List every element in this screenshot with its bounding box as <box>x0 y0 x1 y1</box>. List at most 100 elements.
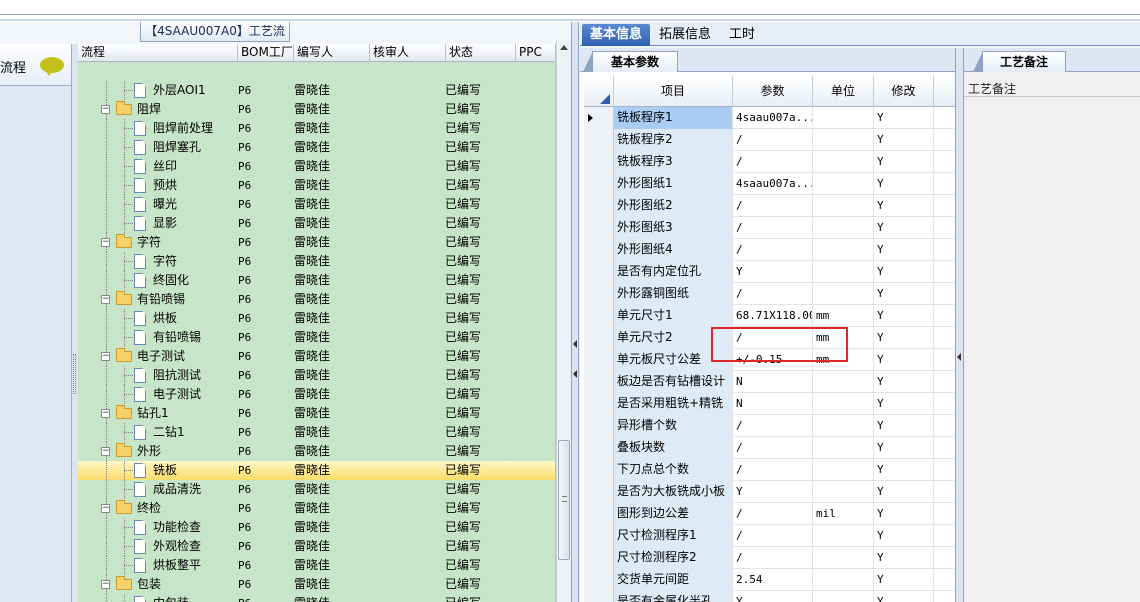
tree-row[interactable]: 显影 P6 雷晓佳 已编写 <box>78 214 556 233</box>
tree-row[interactable]: 内包装 P6 雷晓佳 已编写 <box>78 594 556 602</box>
tree-col-header-2[interactable]: 编写人 <box>294 44 370 62</box>
param-row[interactable]: 交货单元间距 2.54 Y <box>584 569 956 591</box>
param-edit-cell[interactable]: Y <box>874 591 934 602</box>
param-value-cell[interactable]: / <box>733 195 813 217</box>
tree-col-header-3[interactable]: 核审人 <box>370 44 446 62</box>
param-value-cell[interactable]: / <box>733 129 813 151</box>
row-header[interactable] <box>584 283 614 305</box>
param-value-cell[interactable]: / <box>733 239 813 261</box>
param-edit-cell[interactable]: Y <box>874 195 934 217</box>
param-row[interactable]: 铣板程序1 4saau007a... Y <box>584 107 956 129</box>
param-edit-cell[interactable]: Y <box>874 327 934 349</box>
collapse-toggle-icon[interactable]: − <box>101 504 110 513</box>
param-item-cell[interactable]: 外形图纸2 <box>614 195 733 217</box>
param-unit-cell[interactable] <box>813 173 874 195</box>
collapse-left-arrow-icon[interactable] <box>573 340 577 348</box>
param-edit-cell[interactable]: Y <box>874 393 934 415</box>
param-unit-cell[interactable]: mm <box>813 305 874 327</box>
param-edit-cell[interactable]: Y <box>874 151 934 173</box>
tree-row[interactable]: 终固化 P6 雷晓佳 已编写 <box>78 271 556 290</box>
collapse-toggle-icon[interactable]: − <box>101 238 110 247</box>
param-edit-cell[interactable]: Y <box>874 459 934 481</box>
param-unit-cell[interactable] <box>813 129 874 151</box>
right-splitter[interactable] <box>955 48 963 602</box>
tree-row[interactable]: − 电子测试 P6 雷晓佳 已编写 <box>78 347 556 366</box>
scroll-thumb[interactable] <box>558 440 570 560</box>
tree-row[interactable]: 阻抗测试 P6 雷晓佳 已编写 <box>78 366 556 385</box>
param-row[interactable]: 外形图纸3/ Y <box>584 217 956 239</box>
tree-row[interactable]: − 钻孔1 P6 雷晓佳 已编写 <box>78 404 556 423</box>
param-value-cell[interactable]: Y <box>733 481 813 503</box>
collapse-toggle-icon[interactable]: − <box>101 580 110 589</box>
param-edit-cell[interactable]: Y <box>874 503 934 525</box>
row-header[interactable] <box>584 525 614 547</box>
tab-process-notes[interactable]: 工艺备注 <box>973 51 1066 72</box>
tree-row[interactable]: 外观检查 P6 雷晓佳 已编写 <box>78 537 556 556</box>
tree-row[interactable]: 曝光 P6 雷晓佳 已编写 <box>78 195 556 214</box>
param-unit-cell[interactable] <box>813 547 874 569</box>
row-header[interactable] <box>584 261 614 283</box>
collapse-toggle-icon[interactable]: − <box>101 409 110 418</box>
row-header[interactable] <box>584 173 614 195</box>
param-item-cell[interactable]: 交货单元间距 <box>614 569 733 591</box>
param-item-cell[interactable]: 是否有内定位孔 <box>614 261 733 283</box>
param-edit-cell[interactable]: Y <box>874 173 934 195</box>
param-row[interactable]: 是否有金属化半孔 Y Y <box>584 591 956 602</box>
row-header[interactable] <box>584 305 614 327</box>
row-header[interactable] <box>584 459 614 481</box>
param-edit-cell[interactable]: Y <box>874 371 934 393</box>
tree-col-header-4[interactable]: 状态 <box>446 44 516 62</box>
param-value-cell[interactable]: / <box>733 415 813 437</box>
collapse-left-arrow-icon-2[interactable] <box>573 370 577 378</box>
param-unit-cell[interactable] <box>813 283 874 305</box>
param-edit-cell[interactable]: Y <box>874 261 934 283</box>
param-edit-cell[interactable]: Y <box>874 547 934 569</box>
param-value-cell[interactable]: N <box>733 393 813 415</box>
param-row[interactable]: 外形图纸2/ Y <box>584 195 956 217</box>
col-header-value[interactable]: 参数 <box>733 76 813 107</box>
tree-row[interactable]: 阻焊塞孔 P6 雷晓佳 已编写 <box>78 138 556 157</box>
row-header[interactable] <box>584 195 614 217</box>
nav-item-flow[interactable]: 流程 <box>0 44 71 86</box>
tree-row[interactable]: 铣板 P6 雷晓佳 已编写 <box>78 461 556 480</box>
row-header[interactable] <box>584 107 614 129</box>
param-value-cell[interactable]: 68.71X118.00 <box>733 305 813 327</box>
row-header[interactable] <box>584 547 614 569</box>
param-row[interactable]: 外形露铜图纸 / Y <box>584 283 956 305</box>
col-header-unit[interactable]: 单位 <box>813 76 874 107</box>
param-item-cell[interactable]: 是否有金属化半孔 <box>614 591 733 602</box>
param-value-cell[interactable]: / <box>733 283 813 305</box>
row-header[interactable] <box>584 349 614 371</box>
param-row[interactable]: 铣板程序2/ Y <box>584 129 956 151</box>
param-row[interactable]: 是否为大板铣成小板 Y Y <box>584 481 956 503</box>
param-unit-cell[interactable] <box>813 459 874 481</box>
tree-row[interactable]: 电子测试 P6 雷晓佳 已编写 <box>78 385 556 404</box>
grid-corner[interactable] <box>584 76 614 107</box>
param-value-cell[interactable]: Y <box>733 261 813 283</box>
param-unit-cell[interactable] <box>813 525 874 547</box>
param-edit-cell[interactable]: Y <box>874 525 934 547</box>
tree-row[interactable]: 有铅喷锡 P6 雷晓佳 已编写 <box>78 328 556 347</box>
param-row[interactable]: 铣板程序3/ Y <box>584 151 956 173</box>
param-row[interactable]: 下刀点总个数 / Y <box>584 459 956 481</box>
param-item-cell[interactable]: 尺寸检测程序1 <box>614 525 733 547</box>
param-item-cell[interactable]: 铣板程序3 <box>614 151 733 173</box>
param-row[interactable]: 外形图纸4/ Y <box>584 239 956 261</box>
param-item-cell[interactable]: 外形图纸4 <box>614 239 733 261</box>
param-item-cell[interactable]: 叠板块数 <box>614 437 733 459</box>
param-row[interactable]: 外形图纸1 4saau007a... Y <box>584 173 956 195</box>
param-edit-cell[interactable]: Y <box>874 239 934 261</box>
param-value-cell[interactable]: / <box>733 151 813 173</box>
tree-row[interactable]: 二钻1 P6 雷晓佳 已编写 <box>78 423 556 442</box>
tree-row[interactable]: 字符 P6 雷晓佳 已编写 <box>78 252 556 271</box>
row-header[interactable] <box>584 393 614 415</box>
tree-row[interactable]: − 阻焊 P6 雷晓佳 已编写 <box>78 100 556 119</box>
collapse-toggle-icon[interactable]: − <box>101 295 110 304</box>
param-edit-cell[interactable]: Y <box>874 481 934 503</box>
row-header[interactable] <box>584 415 614 437</box>
tab-work-hours[interactable]: 工时 <box>721 24 763 46</box>
param-item-cell[interactable]: 是否采用粗铣+精铣 <box>614 393 733 415</box>
tree-col-header-1[interactable]: BOM工厂 <box>238 44 294 62</box>
row-header[interactable] <box>584 569 614 591</box>
param-item-cell[interactable]: 尺寸检测程序2 <box>614 547 733 569</box>
